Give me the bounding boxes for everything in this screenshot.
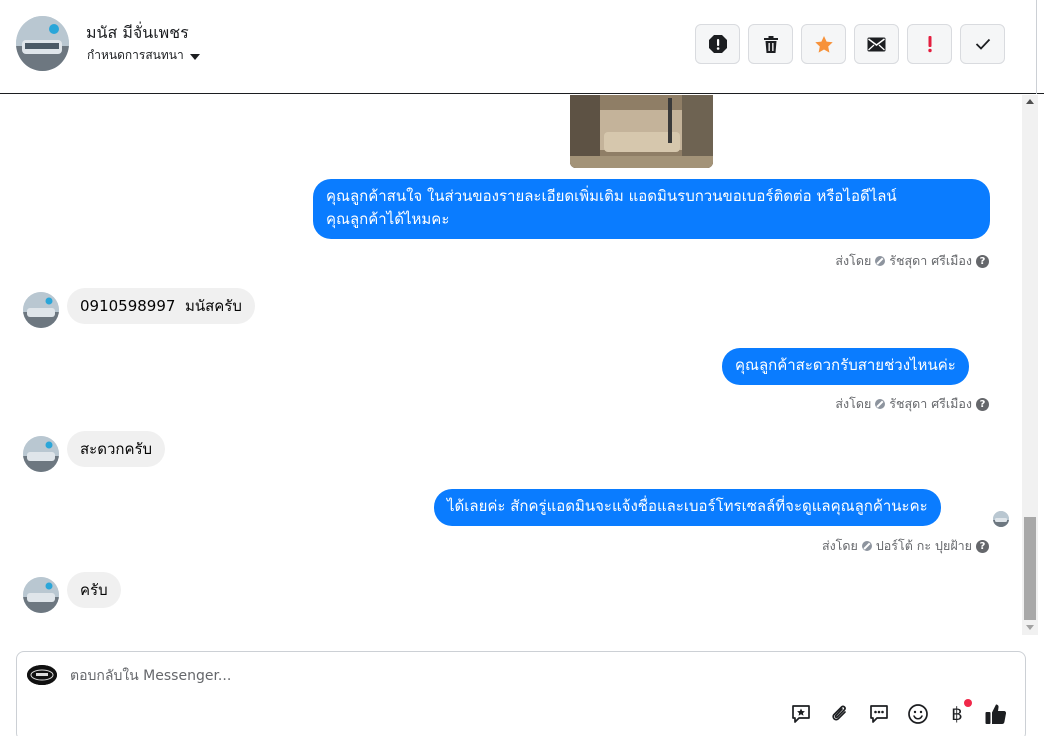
trash-icon	[763, 35, 778, 53]
star-icon	[814, 35, 833, 53]
conversation-header: มนัส มีจั่นเพชร กำหนดการสนทนา	[0, 0, 1044, 94]
follow-up-button[interactable]	[907, 24, 952, 64]
attachment-icon	[832, 705, 846, 721]
scroll-down-arrow-icon[interactable]	[1026, 625, 1034, 630]
help-icon[interactable]: ?	[976, 254, 989, 268]
outgoing-message[interactable]: คุณลูกค้าสะดวกรับสายช่วงไหนค่ะ	[722, 348, 969, 385]
contact-avatar[interactable]	[16, 16, 69, 71]
chat-bubbles-icon	[870, 705, 888, 723]
scrollbar-thumb[interactable]	[1024, 517, 1036, 620]
star-button[interactable]	[801, 24, 846, 64]
like-button[interactable]	[984, 702, 1008, 726]
scroll-up-arrow-icon[interactable]	[1026, 99, 1034, 104]
saved-reply-button[interactable]	[789, 702, 813, 726]
conversation-actions	[695, 24, 1005, 64]
outgoing-message[interactable]: คุณลูกค้าสนใจ ในส่วนของรายละเอียดเพิ่มเต…	[313, 179, 990, 239]
shared-photo[interactable]	[570, 95, 713, 168]
composer-toolbar: ฿	[789, 699, 1008, 726]
alert-circle-icon	[708, 35, 727, 53]
sent-by-label: ส่งโดย	[835, 396, 872, 411]
reply-composer: ฿	[16, 651, 1026, 736]
help-icon[interactable]: ?	[976, 539, 989, 553]
incoming-message[interactable]: 0910598997 มนัสครับ	[67, 288, 255, 324]
emoji-button[interactable]	[906, 702, 930, 726]
contact-avatar-small[interactable]	[23, 436, 59, 472]
envelope-icon	[867, 37, 886, 51]
contact-avatar-small[interactable]	[23, 292, 59, 328]
assign-conversation-dropdown[interactable]: กำหนดการสนทนา	[87, 46, 200, 65]
message-thread[interactable]: คุณลูกค้าสนใจ ในส่วนของรายละเอียดเพิ่มเต…	[0, 95, 1022, 640]
emoji-icon	[908, 704, 928, 724]
page-badge-icon	[861, 541, 872, 551]
sent-by-meta: ส่งโดย รัชสุดา ศรีเมือง ?	[835, 251, 989, 271]
help-icon[interactable]: ?	[976, 397, 989, 411]
quick-replies-button[interactable]	[867, 702, 891, 726]
attach-button[interactable]	[828, 702, 852, 726]
delete-button[interactable]	[748, 24, 793, 64]
baht-payment-icon: ฿	[951, 703, 963, 725]
page-badge-icon	[875, 256, 886, 266]
report-spam-button[interactable]	[695, 24, 740, 64]
sent-by-label: ส่งโดย	[835, 253, 872, 268]
check-icon	[975, 38, 990, 50]
mark-unread-button[interactable]	[854, 24, 899, 64]
outgoing-message[interactable]: ได้เลยค่ะ สักครู่แอดมินจะแจ้งชื่อและเบอร…	[434, 489, 941, 526]
sent-by-agent[interactable]: ปอร์โต้ กะ ปุยฝ้าย	[876, 536, 972, 556]
sent-by-agent[interactable]: รัชสุดา ศรีเมือง	[889, 251, 972, 271]
page-badge-icon	[875, 399, 886, 409]
incoming-message[interactable]: ครับ	[67, 572, 121, 608]
contact-name[interactable]: มนัส มีจั่นเพชร	[86, 21, 189, 46]
caret-down-icon	[189, 53, 200, 60]
message-text-line: คุณลูกค้าได้ไหมคะ	[326, 210, 450, 228]
payment-button[interactable]: ฿	[945, 699, 972, 726]
page-avatar	[27, 665, 57, 685]
thumbs-up-icon	[985, 704, 1007, 724]
seen-avatar	[993, 511, 1009, 527]
saved-reply-icon	[792, 705, 810, 723]
contact-avatar-small[interactable]	[23, 577, 59, 613]
incoming-message[interactable]: สะดวกครับ	[67, 431, 166, 467]
sent-by-label: ส่งโดย	[821, 538, 858, 553]
message-text-line: คุณลูกค้าสนใจ ในส่วนของรายละเอียดเพิ่มเต…	[326, 187, 897, 205]
notification-dot	[964, 699, 972, 707]
divider	[1036, 0, 1037, 94]
sent-by-meta: ส่งโดย ปอร์โต้ กะ ปุยฝ้าย ?	[822, 536, 989, 556]
mark-done-button[interactable]	[960, 24, 1005, 64]
reply-input[interactable]	[70, 665, 670, 687]
assign-conversation-label: กำหนดการสนทนา	[87, 48, 184, 62]
sent-by-meta: ส่งโดย รัชสุดา ศรีเมือง ?	[835, 394, 989, 414]
exclamation-icon	[927, 36, 932, 53]
sent-by-agent[interactable]: รัชสุดา ศรีเมือง	[889, 394, 972, 414]
